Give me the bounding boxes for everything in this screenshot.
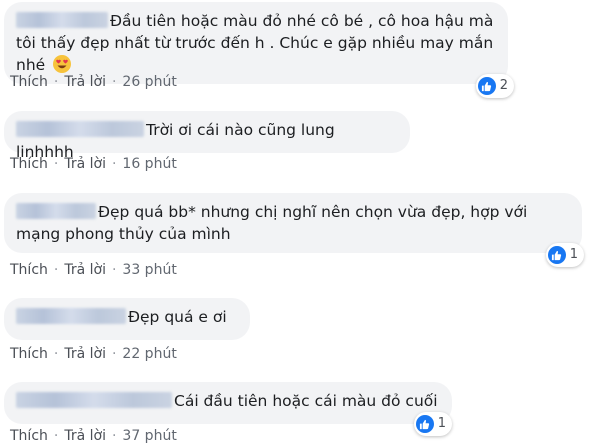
comment-time[interactable]: 16 phút [122, 156, 176, 172]
reaction-count: 1 [569, 247, 578, 262]
like-link[interactable]: Thích [10, 428, 48, 444]
reaction-badge[interactable]: 2 [475, 74, 514, 98]
comment-time[interactable]: 26 phút [122, 74, 176, 90]
reply-link[interactable]: Trả lời [64, 74, 106, 90]
comment-1: Đầu tiên hoặc màu đỏ nhé cô bé , cô hoa … [4, 2, 514, 98]
heart-eyes-emoji-icon [53, 55, 72, 73]
blurred-commenter-name[interactable] [16, 203, 96, 219]
comment-text: Cái đầu tiên hoặc cái màu đỏ cuối [174, 392, 438, 410]
blurred-commenter-name[interactable] [16, 121, 144, 137]
blurred-commenter-name[interactable] [16, 12, 108, 28]
reply-link[interactable]: Trả lời [64, 346, 106, 362]
like-thumb-icon [415, 415, 434, 433]
comment-4-actions: Thích · Trả lời · 22 phút [10, 346, 177, 362]
comment-3: Đẹp quá bb* nhưng chị nghĩ nên chọn vừa … [4, 193, 584, 267]
reply-link[interactable]: Trả lời [64, 262, 106, 278]
blurred-commenter-name[interactable] [16, 308, 126, 324]
reaction-badge[interactable]: 1 [413, 412, 452, 436]
like-link[interactable]: Thích [10, 156, 48, 172]
like-link[interactable]: Thích [10, 74, 48, 90]
comment-time[interactable]: 37 phút [122, 428, 176, 444]
comment-1-actions: Thích · Trả lời · 26 phút [10, 74, 177, 90]
like-link[interactable]: Thích [10, 262, 48, 278]
comment-bubble: Trời ơi cái nào cũng lung linhhhh [4, 111, 410, 161]
comment-bubble: Đẹp quá e ơi [4, 298, 250, 340]
reaction-badge[interactable]: 1 [545, 243, 584, 267]
like-thumb-icon [477, 77, 496, 95]
comment-bubble: Đẹp quá bb* nhưng chị nghĩ nên chọn vừa … [4, 193, 584, 267]
comment-3-actions: Thích · Trả lời · 33 phút [10, 262, 177, 278]
comment-4: Đẹp quá e ơi [4, 298, 250, 340]
comment-text: Đẹp quá e ơi [128, 308, 227, 326]
comment-time[interactable]: 33 phút [122, 262, 176, 278]
comment-5-actions: Thích · Trả lời · 37 phút [10, 428, 177, 444]
reaction-count: 2 [499, 78, 508, 93]
comment-2: Trời ơi cái nào cũng lung linhhhh [4, 111, 410, 161]
like-thumb-icon [547, 246, 566, 264]
like-link[interactable]: Thích [10, 346, 48, 362]
reply-link[interactable]: Trả lời [64, 428, 106, 444]
reply-link[interactable]: Trả lời [64, 156, 106, 172]
comment-5: Cái đầu tiên hoặc cái màu đỏ cuối 1 [4, 382, 452, 436]
blurred-commenter-name[interactable] [16, 392, 172, 408]
comment-2-actions: Thích · Trả lời · 16 phút [10, 156, 177, 172]
reaction-count: 1 [437, 416, 446, 431]
comment-bubble: Cái đầu tiên hoặc cái màu đỏ cuối 1 [4, 382, 452, 436]
comment-bubble: Đầu tiên hoặc màu đỏ nhé cô bé , cô hoa … [4, 2, 514, 98]
comment-time[interactable]: 22 phút [122, 346, 176, 362]
